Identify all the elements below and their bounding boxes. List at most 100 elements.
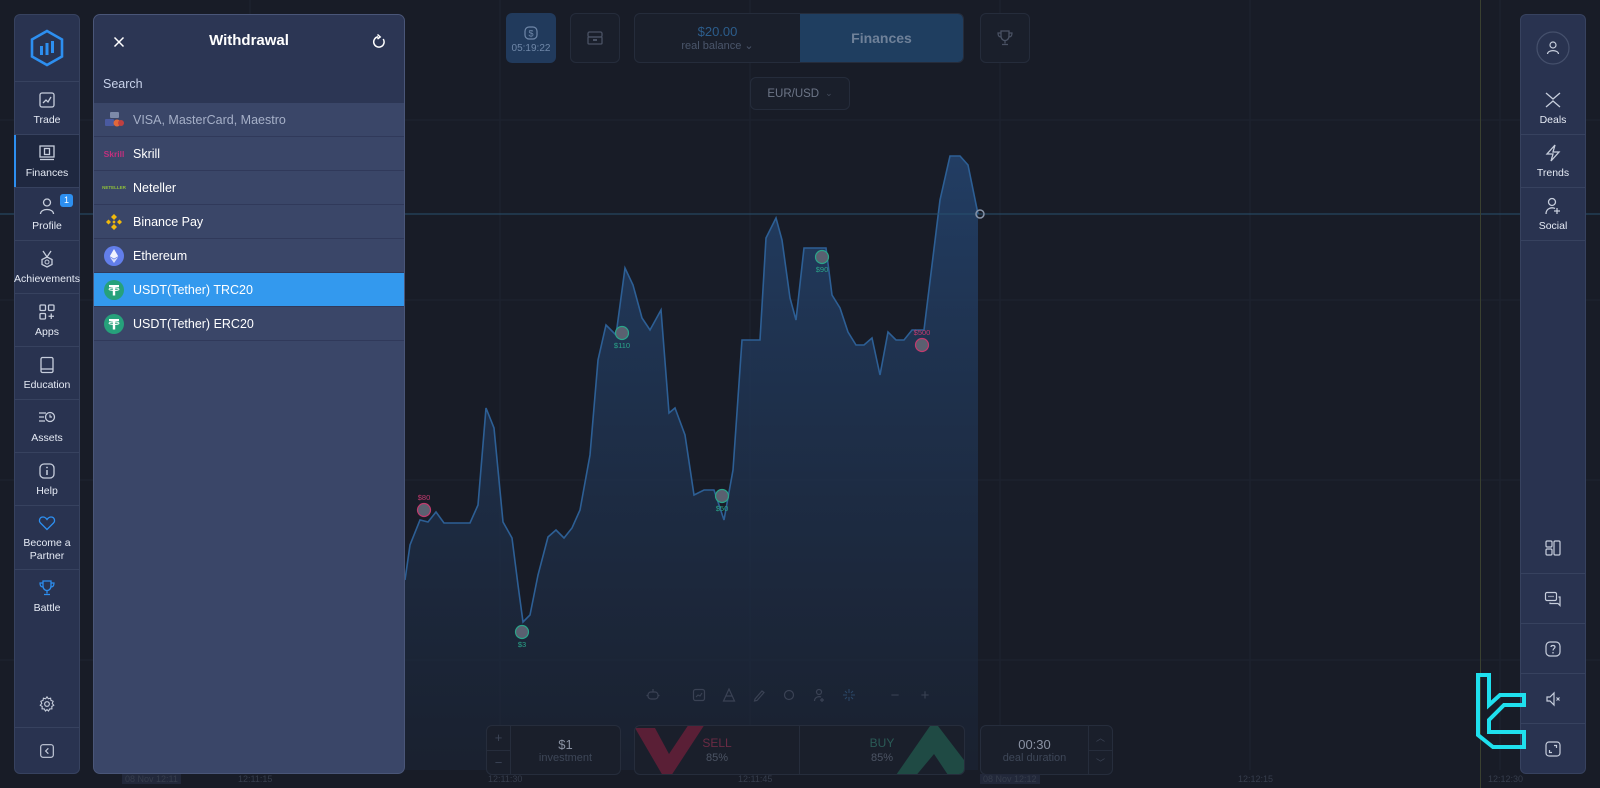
- method-usdt-erc20[interactable]: USDT(Tether) ERC20: [94, 307, 404, 341]
- tournaments-button[interactable]: [980, 13, 1030, 63]
- investment-field[interactable]: $1 investment: [511, 726, 620, 774]
- investment-stepper: + −: [487, 726, 511, 774]
- settings-button[interactable]: [15, 681, 79, 727]
- sidebar-item-partner[interactable]: Become a Partner: [15, 505, 79, 569]
- heart-icon: [38, 515, 56, 530]
- brand-logo[interactable]: [15, 15, 79, 81]
- asset-pair-selector[interactable]: EUR/USD ⌄: [750, 77, 850, 110]
- gear-icon: [39, 695, 55, 712]
- sidebar-item-deals[interactable]: Deals: [1521, 81, 1585, 134]
- balance-type-label: real balance: [681, 40, 742, 52]
- draw-pencil-button[interactable]: [744, 680, 774, 710]
- trade-marker-avatar[interactable]: [416, 502, 432, 518]
- chart-type-button[interactable]: [684, 680, 714, 710]
- method-cards[interactable]: VISA, MasterCard, Maestro: [94, 103, 404, 137]
- zoom-in-button[interactable]: +: [910, 680, 940, 710]
- chevron-down-icon: ⌄: [825, 88, 833, 98]
- fullscreen-button[interactable]: [1521, 723, 1585, 773]
- trade-marker-label: $50: [716, 504, 729, 513]
- trade-marker-label: $90: [816, 265, 829, 274]
- social-trading-button[interactable]: [804, 680, 834, 710]
- chevron-up-icon: ︿: [1095, 733, 1105, 744]
- finances-icon: [39, 144, 55, 160]
- sidebar-item-apps[interactable]: Apps: [15, 293, 79, 346]
- sell-button[interactable]: SELL 85%: [635, 726, 800, 774]
- chart-line-icon: [39, 91, 55, 108]
- trade-marker-avatar[interactable]: [914, 337, 930, 353]
- method-usdt-trc20[interactable]: USDT(Tether) TRC20: [94, 273, 404, 307]
- sidebar-item-trends[interactable]: Trends: [1521, 134, 1585, 187]
- time-tick: 12:12:15: [1238, 774, 1274, 784]
- balance-selector[interactable]: $20.00 real balance ⌄: [635, 14, 800, 62]
- sidebar-item-label: Profile: [32, 219, 62, 232]
- sidebar-item-assets[interactable]: Assets: [15, 399, 79, 452]
- method-skrill[interactable]: Skrill Skrill: [94, 137, 404, 171]
- chest-icon: [587, 31, 603, 45]
- duration-field[interactable]: 00:30 deal duration: [981, 726, 1088, 774]
- sidebar-item-education[interactable]: Education: [15, 346, 79, 399]
- zoom-out-button[interactable]: −: [880, 680, 910, 710]
- cashback-timer[interactable]: $ 05:19:22: [506, 13, 556, 63]
- chevron-down-icon: ﹀: [1095, 757, 1105, 768]
- investment-decrease-button[interactable]: −: [487, 749, 510, 775]
- sell-arrow-icon: [635, 726, 704, 774]
- duration-decrease-button[interactable]: ﹀: [1089, 749, 1112, 775]
- collapse-sidebar-button[interactable]: [15, 727, 79, 773]
- trade-marker-avatar[interactable]: [714, 488, 730, 504]
- user-avatar-button[interactable]: [1521, 15, 1585, 81]
- price-area: [405, 156, 978, 770]
- finances-button[interactable]: Finances: [800, 14, 963, 62]
- sidebar-item-achievements[interactable]: Achievements: [14, 240, 80, 293]
- duration-increase-button[interactable]: ︿: [1089, 726, 1112, 750]
- assets-icon: [39, 411, 56, 422]
- method-binance-pay[interactable]: Binance Pay: [94, 205, 404, 239]
- buy-label: BUY: [869, 736, 895, 750]
- chevron-left-icon: [40, 743, 54, 758]
- chat-button[interactable]: [1521, 573, 1585, 623]
- sidebar-item-label: Trends: [1536, 167, 1570, 179]
- help-button[interactable]: [1521, 623, 1585, 673]
- method-ethereum[interactable]: Ethereum: [94, 239, 404, 273]
- trade-marker-label: $110: [614, 341, 630, 350]
- draw-fibonacci-button[interactable]: [714, 680, 744, 710]
- buy-button[interactable]: BUY 85%: [800, 726, 964, 774]
- time-tick: 12:11:30: [488, 774, 523, 784]
- investment-increase-button[interactable]: +: [487, 726, 510, 750]
- method-label: Binance Pay: [133, 214, 204, 229]
- method-neteller[interactable]: NETELLER Neteller: [94, 171, 404, 205]
- layout-button[interactable]: [1521, 523, 1585, 573]
- duration-value: 00:30: [1018, 736, 1051, 752]
- plus-icon: +: [494, 730, 503, 746]
- plus-icon: +: [920, 686, 930, 704]
- sidebar-item-help[interactable]: Help: [15, 452, 79, 505]
- draw-circle-button[interactable]: [774, 680, 804, 710]
- robot-icon: [646, 689, 660, 700]
- trade-marker-avatar[interactable]: [514, 624, 530, 640]
- tether-icon: [103, 313, 125, 335]
- sidebar-item-battle[interactable]: Battle: [15, 569, 79, 622]
- chest-button[interactable]: [570, 13, 620, 63]
- duration-stepper: ︿ ﹀: [1088, 726, 1112, 774]
- crosshair-button[interactable]: [834, 680, 864, 710]
- trade-marker-avatar[interactable]: [814, 249, 830, 265]
- search-input[interactable]: [103, 77, 393, 91]
- chevron-down-icon: ⌄: [741, 40, 754, 52]
- sidebar-item-label: Finances: [25, 166, 69, 179]
- sidebar-item-social[interactable]: Social: [1521, 187, 1585, 240]
- mute-button[interactable]: [1521, 673, 1585, 723]
- indicator-button[interactable]: [638, 680, 668, 710]
- sidebar-item-trade[interactable]: Trade: [15, 81, 79, 134]
- hexagon-chart-logo: [30, 29, 64, 67]
- sidebar-item-label: Apps: [35, 325, 59, 338]
- trade-marker-label: $500: [914, 328, 931, 337]
- refresh-icon[interactable]: [370, 33, 388, 51]
- trade-marker-avatar[interactable]: [614, 325, 630, 341]
- sidebar-item-finances[interactable]: Finances: [14, 134, 79, 187]
- trading-app: $80 $3 $110 $50 $90 $500 Trade Finances Profi…: [0, 0, 1600, 788]
- sidebar-item-label: Assets: [31, 431, 63, 444]
- investment-control: + − $1 investment: [486, 725, 621, 775]
- sidebar-item-profile[interactable]: Profile 1: [15, 187, 79, 240]
- investment-value: $1: [558, 736, 573, 752]
- minus-icon: −: [890, 686, 900, 704]
